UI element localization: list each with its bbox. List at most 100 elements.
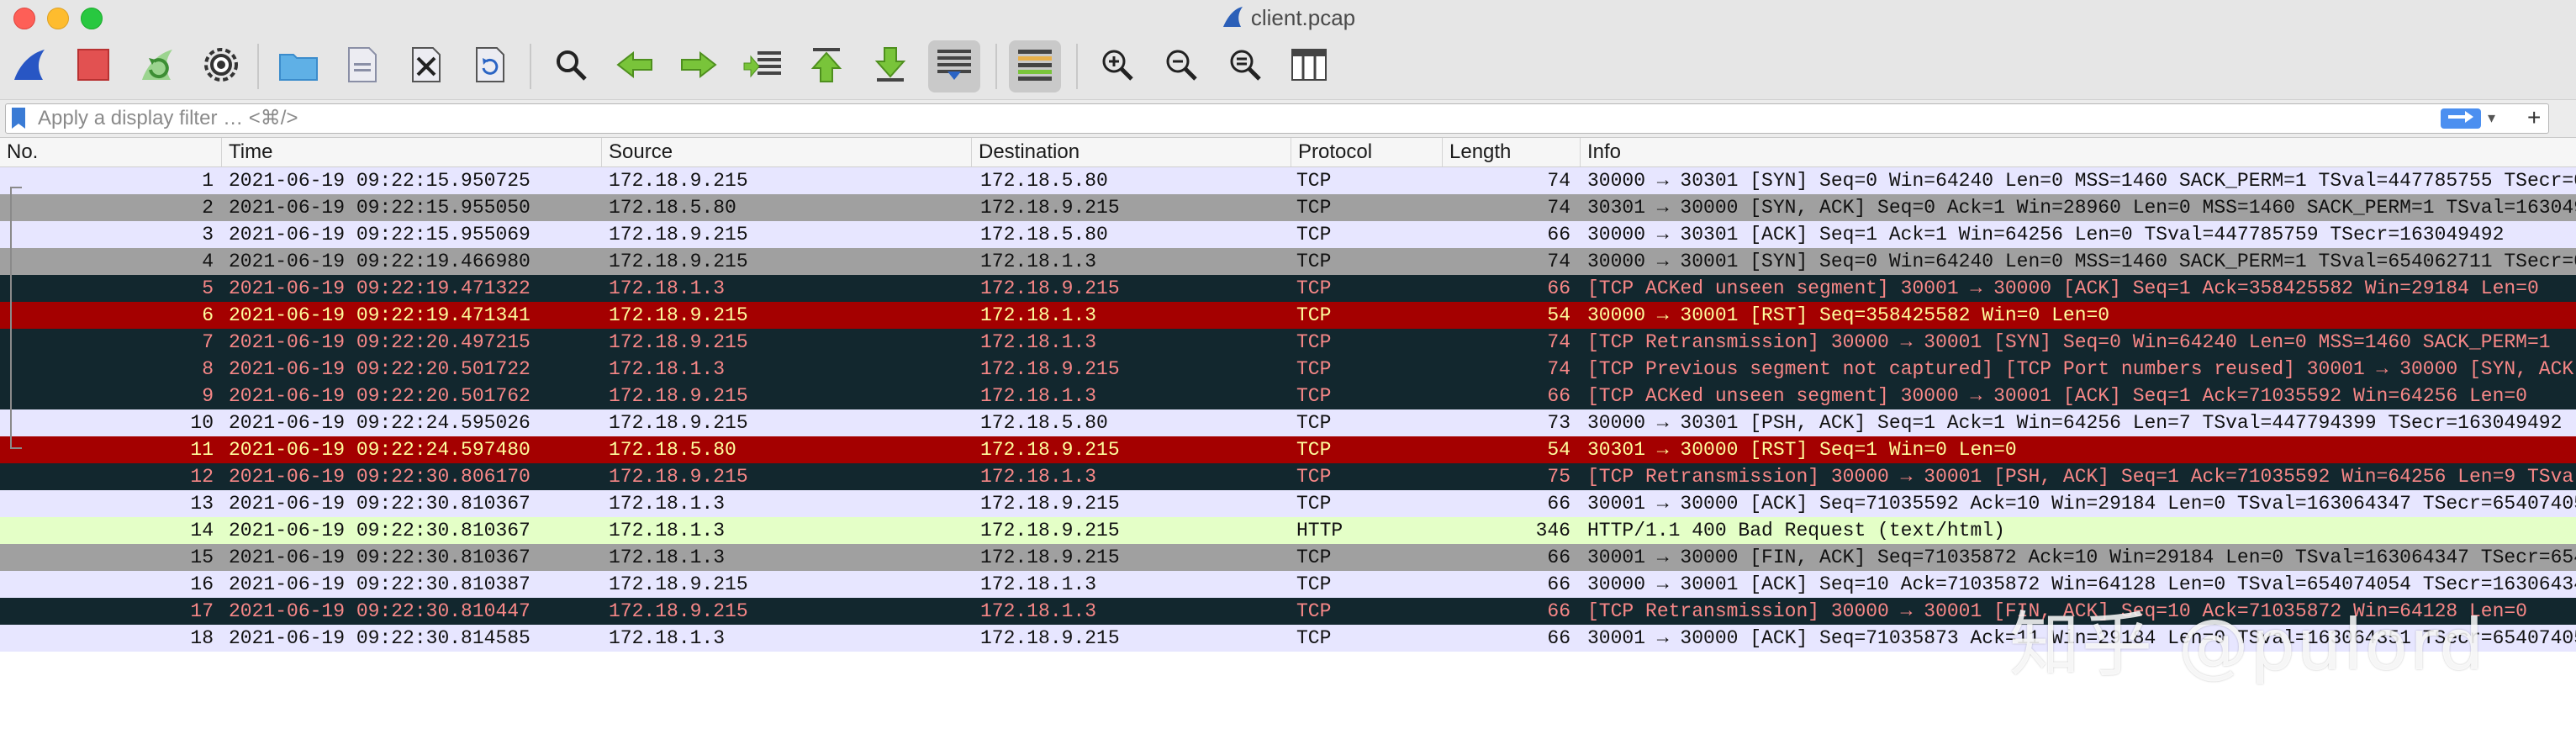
go-to-packet-icon [742, 48, 783, 86]
packet-row[interactable]: 7 2021-06-19 09:22:20.497215 172.18.9.215 1… [0, 329, 2576, 356]
auto-scroll-button[interactable] [928, 40, 980, 92]
packet-destination: 172.18.1.3 [980, 466, 1097, 488]
packet-row[interactable]: 8 2021-06-19 09:22:20.501722 172.18.1.3 172… [0, 356, 2576, 383]
packet-destination: 172.18.9.215 [980, 277, 1120, 299]
save-file-button[interactable] [336, 40, 388, 92]
toolbar-separator [257, 44, 259, 89]
packet-protocol: HTTP [1296, 520, 1343, 541]
packet-row[interactable]: 14 2021-06-19 09:22:30.810367 172.18.1.3 17… [0, 517, 2576, 544]
column-header-source[interactable]: Source [602, 138, 972, 166]
restart-capture-button[interactable] [131, 40, 183, 92]
packet-number: 7 [202, 331, 214, 353]
packet-source: 172.18.5.80 [609, 197, 736, 219]
column-header-time[interactable]: Time [222, 138, 602, 166]
column-header-protocol[interactable]: Protocol [1291, 138, 1443, 166]
packet-time: 2021-06-19 09:22:20.501762 [229, 385, 531, 407]
first-packet-icon [810, 46, 843, 87]
column-header-info[interactable]: Info [1581, 138, 2576, 166]
filter-history-dropdown[interactable]: ▾ [2488, 109, 2495, 127]
gear-options-icon [203, 46, 240, 87]
packet-row[interactable]: 3 2021-06-19 09:22:15.955069 172.18.9.215 1… [0, 221, 2576, 248]
packet-number: 3 [202, 224, 214, 246]
column-header-no[interactable]: No. [0, 138, 222, 166]
packet-protocol: TCP [1296, 251, 1332, 272]
capture-options-button[interactable] [195, 40, 247, 92]
zoom-in-button[interactable] [1091, 40, 1143, 92]
packet-source: 172.18.9.215 [609, 170, 748, 192]
file-close-icon [409, 46, 443, 87]
packet-row[interactable]: 4 2021-06-19 09:22:19.466980 172.18.9.215 1… [0, 248, 2576, 275]
packet-protocol: TCP [1296, 170, 1332, 192]
packet-length: 74 [1547, 358, 1570, 380]
packet-row[interactable]: 13 2021-06-19 09:22:30.810367 172.18.1.3 17… [0, 490, 2576, 517]
packet-destination: 172.18.5.80 [980, 412, 1108, 434]
find-packet-button[interactable] [545, 40, 597, 92]
packet-length: 66 [1547, 277, 1570, 299]
packet-destination: 172.18.1.3 [980, 573, 1097, 595]
packet-source: 172.18.9.215 [609, 573, 748, 595]
packet-source: 172.18.9.215 [609, 600, 748, 622]
start-capture-button[interactable] [3, 40, 55, 92]
packet-row[interactable]: 9 2021-06-19 09:22:20.501762 172.18.9.215 1… [0, 383, 2576, 409]
colorize-button[interactable] [1009, 40, 1061, 92]
normal-size-button[interactable] [1219, 40, 1271, 92]
packet-destination: 172.18.9.215 [980, 627, 1120, 649]
reload-file-button[interactable] [464, 40, 516, 92]
packet-row[interactable]: 5 2021-06-19 09:22:19.471322 172.18.1.3 172… [0, 275, 2576, 302]
go-to-packet-button[interactable] [736, 40, 789, 92]
packet-row[interactable]: 2 2021-06-19 09:22:15.955050 172.18.5.80 17… [0, 194, 2576, 221]
packet-time: 2021-06-19 09:22:30.810387 [229, 573, 531, 595]
stop-square-icon [77, 48, 110, 86]
packet-info: 30000 → 30301 [ACK] Seq=1 Ack=1 Win=6425… [1587, 224, 2505, 246]
packet-info: 30001 → 30000 [FIN, ACK] Seq=71035872 Ac… [1587, 547, 2576, 568]
packet-number: 12 [190, 466, 214, 488]
packet-length: 74 [1547, 170, 1570, 192]
packet-protocol: TCP [1296, 412, 1332, 434]
packet-number: 4 [202, 251, 214, 272]
zoom-in-icon [1101, 48, 1134, 86]
packet-row[interactable]: 11 2021-06-19 09:22:24.597480 172.18.5.80 1… [0, 436, 2576, 463]
packet-row[interactable]: 10 2021-06-19 09:22:24.595026 172.18.9.215… [0, 409, 2576, 436]
packet-source: 172.18.9.215 [609, 224, 748, 246]
packet-length: 346 [1535, 520, 1570, 541]
open-file-button[interactable] [272, 40, 325, 92]
packet-row[interactable]: 18 2021-06-19 09:22:30.814585 172.18.1.3 17… [0, 625, 2576, 652]
column-header-length[interactable]: Length [1443, 138, 1581, 166]
packet-destination: 172.18.1.3 [980, 331, 1097, 353]
packet-destination: 172.18.9.215 [980, 358, 1120, 380]
last-packet-button[interactable] [864, 40, 916, 92]
packet-info: [TCP Retransmission] 30000 → 30001 [SYN]… [1587, 331, 2551, 353]
packet-time: 2021-06-19 09:22:24.595026 [229, 412, 531, 434]
apply-filter-button[interactable] [2441, 108, 2481, 129]
resize-columns-button[interactable] [1283, 40, 1335, 92]
wireshark-fin-icon [1221, 5, 1244, 35]
packet-row[interactable]: 15 2021-06-19 09:22:30.810367 172.18.1.3 17… [0, 544, 2576, 571]
display-filter-bar: ▾ [0, 99, 2576, 138]
packet-number: 1 [202, 170, 214, 192]
packet-row[interactable]: 6 2021-06-19 09:22:19.471341 172.18.9.215 1… [0, 302, 2576, 329]
packet-row[interactable]: 16 2021-06-19 09:22:30.810387 172.18.9.215… [0, 571, 2576, 598]
next-packet-button[interactable] [673, 40, 725, 92]
packet-source: 172.18.1.3 [609, 277, 726, 299]
packet-length: 54 [1547, 439, 1570, 461]
add-filter-button[interactable]: + [2527, 99, 2541, 136]
autoscroll-icon [936, 48, 973, 86]
packet-time: 2021-06-19 09:22:30.814585 [229, 627, 531, 649]
stop-capture-button[interactable] [67, 40, 119, 92]
first-packet-button[interactable] [800, 40, 853, 92]
packet-source: 172.18.1.3 [609, 493, 726, 515]
packet-time: 2021-06-19 09:22:24.597480 [229, 439, 531, 461]
packet-row[interactable]: 1 2021-06-19 09:22:15.950725 172.18.9.215 1… [0, 167, 2576, 194]
packet-row[interactable]: 17 2021-06-19 09:22:30.810447 172.18.9.215… [0, 598, 2576, 625]
packet-destination: 172.18.9.215 [980, 547, 1120, 568]
zoom-out-button[interactable] [1155, 40, 1207, 92]
display-filter-input[interactable] [36, 106, 2427, 131]
packet-protocol: TCP [1296, 224, 1332, 246]
packet-source: 172.18.1.3 [609, 627, 726, 649]
main-toolbar [0, 35, 2576, 99]
filter-bookmark-icon[interactable] [9, 107, 28, 135]
column-header-destination[interactable]: Destination [972, 138, 1291, 166]
packet-row[interactable]: 12 2021-06-19 09:22:30.806170 172.18.9.215… [0, 463, 2576, 490]
previous-packet-button[interactable] [609, 40, 661, 92]
close-file-button[interactable] [400, 40, 452, 92]
